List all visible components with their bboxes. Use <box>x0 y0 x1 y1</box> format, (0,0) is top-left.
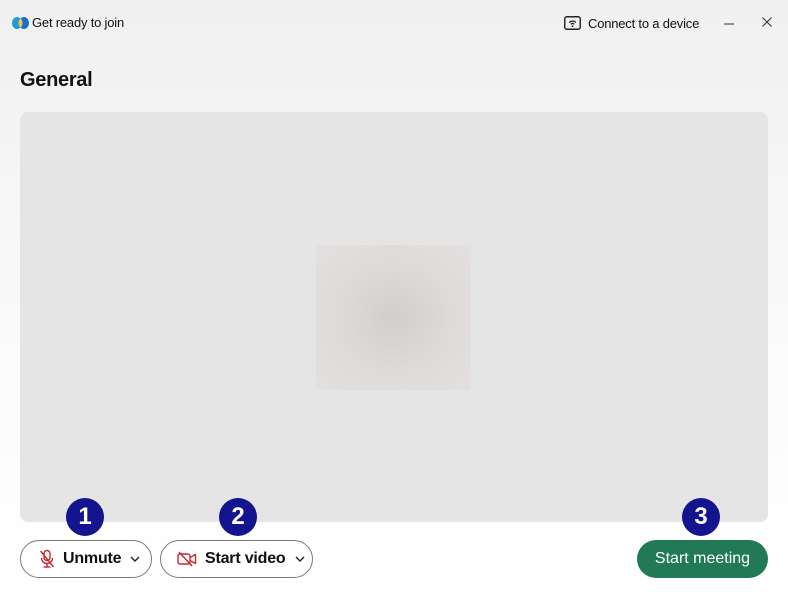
chevron-down-icon <box>130 556 140 562</box>
annotation-badge-2: 2 <box>219 498 257 536</box>
start-video-button[interactable]: Start video <box>160 540 313 578</box>
connect-device-button[interactable]: Connect to a device <box>564 12 699 34</box>
annotation-badge-3: 3 <box>682 498 720 536</box>
close-icon <box>762 17 772 27</box>
avatar-placeholder <box>316 245 471 390</box>
start-meeting-button[interactable]: Start meeting <box>637 540 768 578</box>
minimize-icon <box>724 23 734 25</box>
video-preview <box>20 112 768 522</box>
microphone-muted-icon <box>39 549 55 568</box>
close-button[interactable] <box>755 10 779 34</box>
annotation-badge-1: 1 <box>66 498 104 536</box>
connect-device-label: Connect to a device <box>588 15 700 31</box>
window-title: Get ready to join <box>32 15 124 30</box>
video-off-icon <box>177 551 197 567</box>
title-bar: Get ready to join Connect to a device <box>0 0 788 46</box>
unmute-label: Unmute <box>63 550 122 567</box>
chevron-down-icon <box>295 556 305 562</box>
webex-logo-icon <box>12 17 29 29</box>
start-video-label: Start video <box>205 550 286 567</box>
minimize-button[interactable] <box>717 10 741 34</box>
cast-device-icon <box>564 16 581 30</box>
unmute-button[interactable]: Unmute <box>20 540 152 578</box>
meeting-space-name: General <box>20 69 93 91</box>
